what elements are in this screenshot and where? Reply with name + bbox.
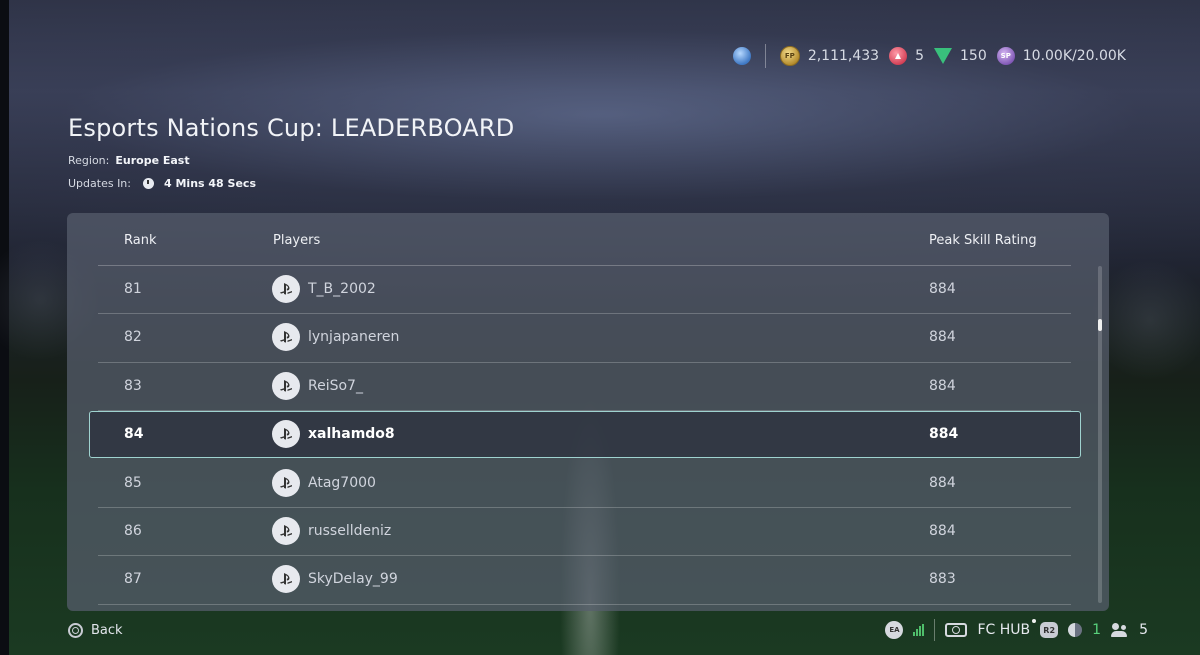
fc-hub-label: FC HUB <box>977 622 1031 638</box>
fc-hub-button[interactable]: FC HUB <box>977 619 1037 638</box>
row-player-name: lynjapaneren <box>308 329 400 346</box>
row-rating: 883 <box>929 571 956 588</box>
season-points-balance: SP 10.00K/20.00K <box>996 47 1126 65</box>
row-player-name: russelldeniz <box>308 522 392 539</box>
tokens-value: 150 <box>960 48 987 64</box>
row-rating: 884 <box>929 426 959 443</box>
region-globe-icon <box>732 47 751 65</box>
region-value: Europe East <box>115 154 190 167</box>
sp-icon: SP <box>996 47 1015 65</box>
playstation-icon <box>272 371 300 400</box>
playstation-icon <box>272 516 300 545</box>
tokens-balance: 150 <box>934 48 987 64</box>
row-player-name: ReiSo7_ <box>308 377 363 394</box>
leaderboard-scrollbar[interactable] <box>1098 266 1102 603</box>
tokens-icon <box>934 48 953 64</box>
region-info: Region: Europe East <box>68 154 190 167</box>
column-header-players: Players <box>273 233 321 248</box>
row-rank: 84 <box>124 426 144 443</box>
updates-value: 4 Mins 48 Secs <box>164 177 256 190</box>
fc-points-icon <box>889 47 908 65</box>
playstation-icon <box>272 275 300 303</box>
back-button[interactable]: Back <box>68 623 123 638</box>
notification-dot <box>1032 619 1037 623</box>
online-count: 1 <box>1092 622 1102 638</box>
updates-label: Updates In: <box>68 177 131 190</box>
table-row[interactable]: 87 SkyDelay_99 883 <box>67 556 1109 606</box>
stopwatch-icon <box>143 178 154 189</box>
table-row[interactable]: 86 russelldeniz 884 <box>67 508 1109 557</box>
row-player-name: T_B_2002 <box>308 281 376 297</box>
coins-icon: FP <box>779 46 800 66</box>
row-rating: 884 <box>929 474 956 491</box>
row-rank: 87 <box>124 571 142 588</box>
row-rank: 82 <box>124 329 142 346</box>
row-rating: 884 <box>929 281 956 297</box>
connection-signal-icon <box>913 624 925 636</box>
friends-icon <box>1111 623 1129 637</box>
leaderboard-rows: 81 T_B_2002 884 82 lynjapaneren 884 83 R… <box>67 266 1109 606</box>
coins-value: 2,111,433 <box>807 48 880 64</box>
row-rank: 81 <box>124 281 142 297</box>
season-points-value: 10.00K/20.00K <box>1022 48 1126 64</box>
row-rating: 884 <box>929 522 956 539</box>
region-label: Region: <box>68 154 110 167</box>
table-row-selected[interactable]: 84 xalhamdo8 884 <box>67 411 1109 459</box>
table-row[interactable]: 85 Atag7000 884 <box>67 460 1109 509</box>
column-header-rank: Rank <box>124 233 157 248</box>
currency-bar: FP 2,111,433 5 150 SP 10.00K/20.00K <box>732 44 1126 68</box>
table-row[interactable]: 81 T_B_2002 884 <box>67 266 1109 315</box>
coins-balance: FP 2,111,433 <box>779 46 880 66</box>
row-rank: 83 <box>124 377 142 394</box>
playstation-icon <box>272 323 300 352</box>
row-rank: 85 <box>124 474 142 491</box>
row-rank: 86 <box>124 522 142 539</box>
playstation-icon <box>272 468 300 497</box>
status-divider <box>934 619 936 641</box>
table-row[interactable]: 83 ReiSo7_ 884 <box>67 363 1109 412</box>
status-bar: EA FC HUB R2 1 5 <box>885 619 1148 641</box>
row-player-name: Atag7000 <box>308 474 376 491</box>
table-header: Rank Players Peak Skill Rating <box>98 213 1071 266</box>
points-balance: 5 <box>889 47 924 65</box>
ea-icon: EA <box>885 621 904 639</box>
leaderboard-panel: Rank Players Peak Skill Rating 81 T_B_20… <box>67 213 1109 611</box>
playstation-icon <box>272 565 300 594</box>
row-rating: 884 <box>929 377 956 394</box>
back-label: Back <box>91 623 123 638</box>
row-player-name: SkyDelay_99 <box>308 571 398 588</box>
update-timer: Updates In: 4 Mins 48 Secs <box>68 177 256 190</box>
r2-button-icon: R2 <box>1040 622 1059 638</box>
online-status-icon <box>1068 623 1083 637</box>
column-header-rating: Peak Skill Rating <box>929 233 1037 248</box>
scrollbar-thumb[interactable] <box>1098 319 1102 331</box>
table-row[interactable]: 82 lynjapaneren 884 <box>67 314 1109 364</box>
playstation-icon <box>272 420 300 449</box>
page-title: Esports Nations Cup: LEADERBOARD <box>68 114 515 142</box>
circle-button-icon <box>68 623 83 638</box>
friends-count: 5 <box>1139 622 1148 638</box>
currency-divider <box>764 44 766 68</box>
camera-icon <box>945 623 968 637</box>
points-value: 5 <box>915 48 925 64</box>
row-player-name: xalhamdo8 <box>308 426 395 443</box>
row-rating: 884 <box>929 329 956 346</box>
